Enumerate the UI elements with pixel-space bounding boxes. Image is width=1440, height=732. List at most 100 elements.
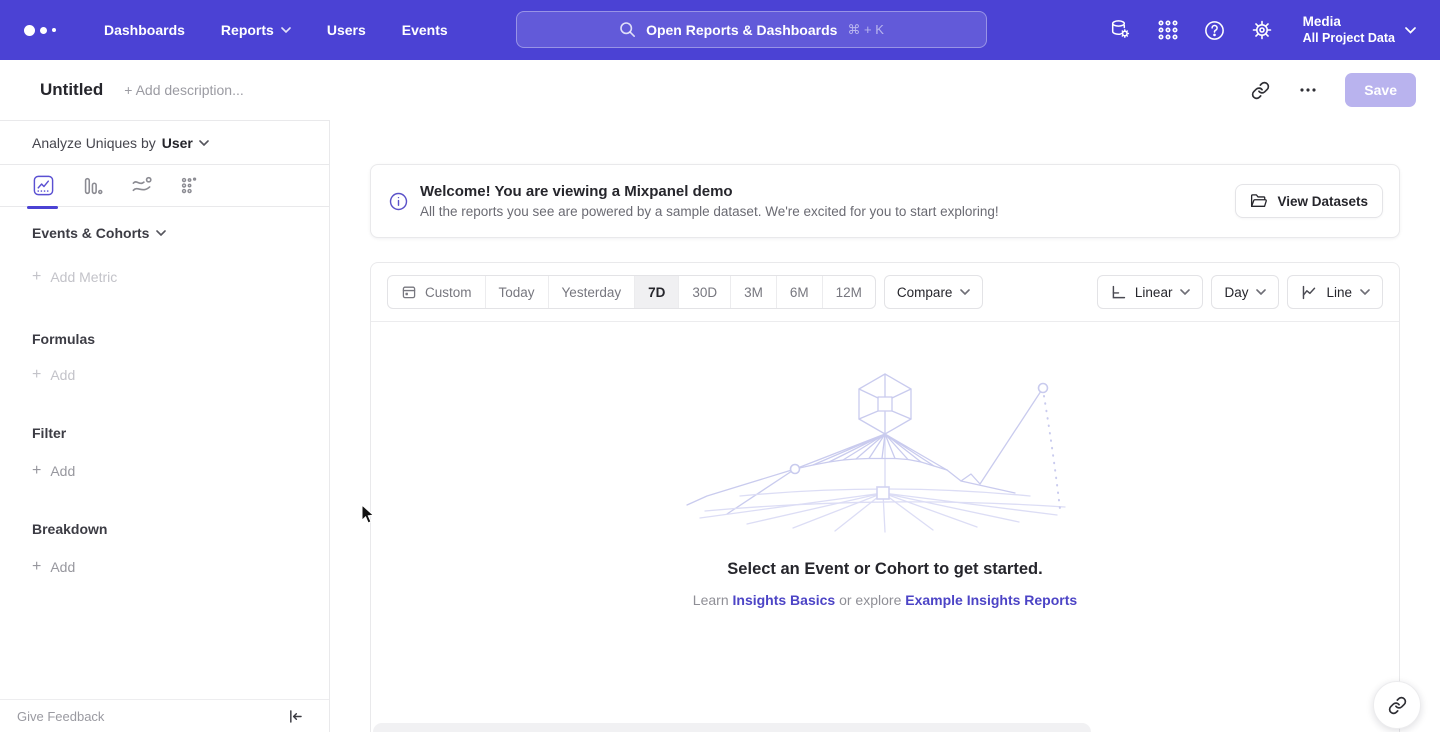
search-placeholder: Open Reports & Dashboards	[646, 22, 837, 38]
collapse-sidebar-icon[interactable]	[285, 706, 305, 726]
add-description-field[interactable]: + Add description...	[124, 82, 243, 98]
nav-item-reports[interactable]: Reports	[221, 22, 291, 38]
chevron-down-icon	[199, 140, 209, 146]
demo-welcome-banner: Welcome! You are viewing a Mixpanel demo…	[370, 164, 1400, 238]
chart-display-controls: Linear Day Line	[1097, 275, 1383, 309]
date-range-6m[interactable]: 6M	[776, 276, 822, 308]
add-formula-button[interactable]: + Add	[32, 367, 329, 383]
search-icon	[619, 21, 636, 38]
tab-flows[interactable]	[129, 174, 153, 198]
chevron-down-icon	[1180, 289, 1190, 295]
formulas-section-label: Formulas	[32, 331, 329, 347]
calendar-icon	[401, 284, 417, 300]
date-range-control: Custom Today Yesterday 7D 30D 3M 6M 12M	[387, 275, 876, 309]
apps-grid-icon[interactable]	[1156, 18, 1180, 42]
plus-icon: +	[32, 269, 41, 285]
selected-tab-underline	[27, 206, 58, 209]
empty-state: Select an Event or Cohort to get started…	[371, 322, 1399, 732]
sidebar-footer: Give Feedback	[0, 699, 329, 732]
chevron-down-icon	[156, 230, 166, 236]
settings-gear-icon[interactable]	[1250, 18, 1274, 42]
chevron-down-icon	[960, 289, 970, 295]
date-range-today[interactable]: Today	[485, 276, 548, 308]
report-card: Custom Today Yesterday 7D 30D 3M 6M 12M …	[370, 262, 1400, 732]
analyze-row: Analyze Uniques by User	[0, 120, 329, 165]
line-chart-icon	[32, 174, 55, 197]
report-header: Untitled + Add description... Save	[0, 60, 1440, 120]
chevron-down-icon	[281, 27, 291, 33]
share-link-fab[interactable]	[1373, 681, 1421, 729]
give-feedback-link[interactable]: Give Feedback	[17, 709, 104, 724]
tab-insights-line[interactable]	[31, 174, 55, 198]
save-button[interactable]: Save	[1345, 73, 1416, 107]
banner-text: Welcome! You are viewing a Mixpanel demo…	[420, 183, 999, 219]
folder-icon	[1250, 193, 1268, 209]
nav-item-dashboards[interactable]: Dashboards	[104, 22, 185, 38]
banner-title: Welcome! You are viewing a Mixpanel demo	[420, 183, 999, 200]
chevron-down-icon	[1256, 289, 1266, 295]
dots-grid-icon	[179, 175, 201, 197]
analyze-entity-dropdown[interactable]: User	[162, 135, 209, 151]
tab-bar-chart[interactable]	[80, 174, 104, 198]
plus-icon: +	[32, 463, 41, 479]
help-icon[interactable]	[1203, 18, 1227, 42]
date-range-12m[interactable]: 12M	[822, 276, 875, 308]
view-datasets-button[interactable]: View Datasets	[1235, 184, 1383, 218]
mixpanel-insights-screen: Dashboards Reports Users Events Open Rep…	[0, 0, 1440, 732]
bar-chart-icon	[81, 175, 103, 197]
line-type-icon	[1300, 284, 1318, 301]
empty-state-illustration	[685, 366, 1085, 536]
empty-state-title: Select an Event or Cohort to get started…	[727, 560, 1042, 579]
chart-type-dropdown[interactable]: Line	[1287, 275, 1383, 309]
filter-section-label: Filter	[32, 425, 329, 441]
add-filter-button[interactable]: + Add	[32, 463, 329, 479]
compare-dropdown[interactable]: Compare	[884, 275, 984, 309]
report-controls: Custom Today Yesterday 7D 30D 3M 6M 12M …	[371, 263, 1399, 322]
info-icon	[389, 192, 408, 211]
search-shortcut: ⌘ + K	[847, 22, 884, 38]
data-management-icon[interactable]	[1109, 18, 1133, 42]
primary-nav: Dashboards Reports Users Events	[104, 22, 448, 38]
more-options-icon[interactable]	[1297, 79, 1319, 101]
top-navbar: Dashboards Reports Users Events Open Rep…	[0, 0, 1440, 60]
interval-dropdown[interactable]: Day	[1211, 275, 1279, 309]
copy-link-icon[interactable]	[1249, 79, 1271, 101]
date-range-7d[interactable]: 7D	[634, 276, 678, 308]
banner-subtitle: All the reports you see are powered by a…	[420, 204, 999, 219]
nav-right-group: Media All Project Data	[1109, 14, 1416, 47]
query-builder-sidebar: Analyze Uniques by User	[0, 120, 330, 732]
events-cohorts-section[interactable]: Events & Cohorts	[32, 225, 329, 241]
scale-dropdown[interactable]: Linear	[1097, 275, 1204, 309]
date-range-30d[interactable]: 30D	[678, 276, 730, 308]
project-selector[interactable]: Media All Project Data	[1303, 14, 1416, 47]
report-main: Welcome! You are viewing a Mixpanel demo…	[330, 120, 1440, 732]
analyze-label: Analyze Uniques by	[32, 135, 156, 151]
empty-state-links: Learn Insights Basics or explore Example…	[693, 592, 1077, 608]
report-actions: Save	[1249, 73, 1416, 107]
nav-item-users[interactable]: Users	[327, 22, 366, 38]
breakdown-section-label: Breakdown	[32, 521, 329, 537]
chevron-down-icon	[1405, 27, 1416, 34]
add-metric-button[interactable]: + Add Metric	[32, 269, 329, 285]
project-scope: All Project Data	[1303, 31, 1395, 47]
date-range-custom[interactable]: Custom	[388, 276, 485, 308]
mixpanel-logo-icon[interactable]	[24, 25, 68, 36]
global-search-input[interactable]: Open Reports & Dashboards ⌘ + K	[516, 11, 987, 48]
project-name: Media	[1303, 14, 1341, 31]
nav-item-events[interactable]: Events	[402, 22, 448, 38]
chevron-down-icon	[1360, 289, 1370, 295]
flows-icon	[130, 174, 153, 197]
next-section-peek	[373, 723, 1091, 732]
content-area: Analyze Uniques by User	[0, 120, 1440, 732]
report-title[interactable]: Untitled	[40, 80, 103, 100]
axis-scale-icon	[1110, 284, 1127, 301]
add-breakdown-button[interactable]: + Add	[32, 559, 329, 575]
link-icon	[1388, 696, 1407, 715]
date-range-3m[interactable]: 3M	[730, 276, 776, 308]
insights-basics-link[interactable]: Insights Basics	[733, 592, 836, 608]
date-range-yesterday[interactable]: Yesterday	[548, 276, 635, 308]
tab-retention-grid[interactable]	[178, 174, 202, 198]
visualization-tabs	[0, 165, 329, 207]
example-insights-reports-link[interactable]: Example Insights Reports	[905, 592, 1077, 608]
plus-icon: +	[32, 559, 41, 575]
